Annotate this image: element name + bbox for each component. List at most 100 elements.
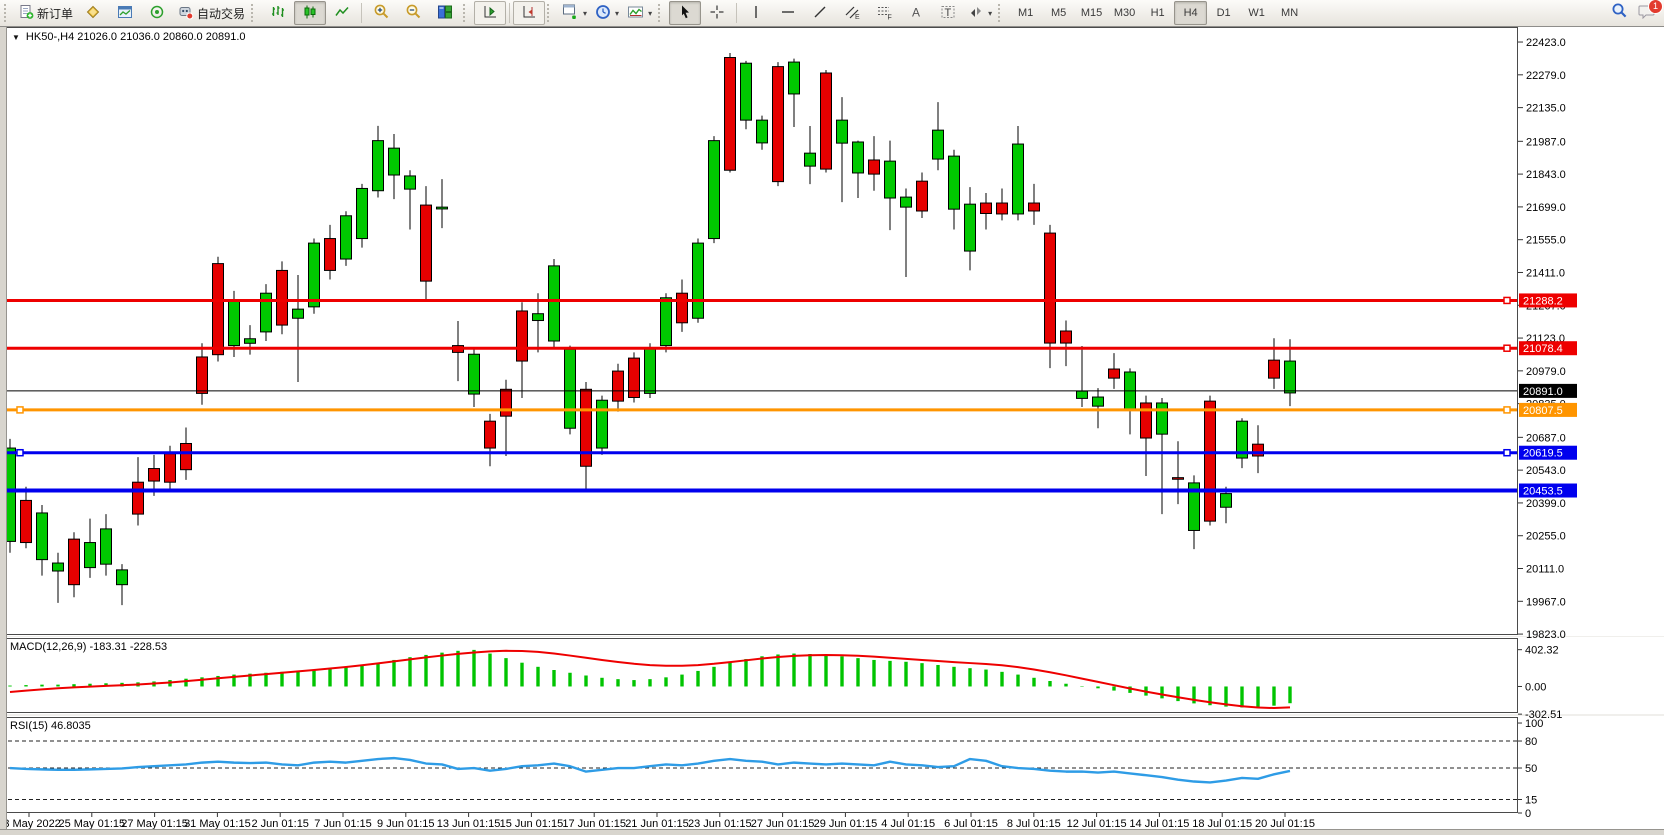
periods-button[interactable]: ▾ <box>591 1 623 25</box>
candle[interactable] <box>805 153 816 166</box>
chart-shift-button[interactable] <box>513 1 545 25</box>
candle[interactable] <box>1109 369 1120 378</box>
candle[interactable] <box>693 243 704 318</box>
candle[interactable] <box>1093 397 1104 406</box>
candle[interactable] <box>165 454 176 482</box>
line-handle[interactable] <box>17 407 23 413</box>
zoom-out-button[interactable] <box>397 1 429 25</box>
candle[interactable] <box>725 58 736 171</box>
candle[interactable] <box>213 264 224 355</box>
tile-windows-button[interactable] <box>429 1 461 25</box>
candle[interactable] <box>853 142 864 173</box>
candle[interactable] <box>741 63 752 120</box>
candle[interactable] <box>501 389 512 416</box>
candle[interactable] <box>645 348 656 394</box>
toolbar-grip[interactable] <box>998 4 1006 22</box>
search-icon[interactable] <box>1611 2 1628 24</box>
candle[interactable] <box>405 176 416 189</box>
line-handle[interactable] <box>1504 297 1510 303</box>
timeframe-mn-button[interactable]: MN <box>1273 1 1306 25</box>
candle[interactable] <box>325 239 336 271</box>
candle[interactable] <box>933 130 944 159</box>
candle[interactable] <box>229 300 240 346</box>
candle[interactable] <box>597 400 608 448</box>
candle[interactable] <box>1221 494 1232 508</box>
candle[interactable] <box>1077 391 1088 398</box>
candle[interactable] <box>1061 331 1072 343</box>
timeframe-h1-button[interactable]: H1 <box>1141 1 1174 25</box>
candle[interactable] <box>869 160 880 174</box>
candle[interactable] <box>709 141 720 239</box>
horizontal-line-tool-button[interactable] <box>772 1 804 25</box>
candle[interactable] <box>821 73 832 169</box>
timeframe-m5-button[interactable]: M5 <box>1042 1 1075 25</box>
indicators-button[interactable]: ▾ <box>623 1 656 25</box>
candle[interactable] <box>1269 360 1280 378</box>
candle[interactable] <box>917 181 928 211</box>
timeframe-m1-button[interactable]: M1 <box>1009 1 1042 25</box>
candle[interactable] <box>1029 203 1040 211</box>
candle[interactable] <box>197 357 208 393</box>
candle[interactable] <box>85 543 96 568</box>
timeframe-d1-button[interactable]: D1 <box>1207 1 1240 25</box>
new-order-button[interactable]: 新订单 <box>15 1 77 25</box>
arrows-tool-button[interactable]: ▾ <box>964 1 996 25</box>
timeframe-w1-button[interactable]: W1 <box>1240 1 1273 25</box>
line-handle[interactable] <box>1504 450 1510 456</box>
timeframe-m15-button[interactable]: M15 <box>1075 1 1108 25</box>
line-chart-mode-button[interactable] <box>326 1 358 25</box>
timeframe-m30-button[interactable]: M30 <box>1108 1 1141 25</box>
vertical-line-tool-button[interactable] <box>740 1 772 25</box>
candle[interactable] <box>1045 233 1056 343</box>
line-handle[interactable] <box>1504 345 1510 351</box>
candle[interactable] <box>1285 361 1296 393</box>
line-handle[interactable] <box>1504 407 1510 413</box>
auto-trading-button[interactable]: 自动交易 <box>173 1 249 25</box>
trendline-tool-button[interactable] <box>804 1 836 25</box>
candle[interactable] <box>245 339 256 344</box>
equidistant-channel-tool-button[interactable]: E <box>836 1 868 25</box>
candle[interactable] <box>309 243 320 307</box>
candle[interactable] <box>1157 403 1168 434</box>
signals-button[interactable] <box>141 1 173 25</box>
candle[interactable] <box>773 67 784 182</box>
candle[interactable] <box>389 148 400 175</box>
candle[interactable] <box>149 469 160 482</box>
candle[interactable] <box>421 205 432 281</box>
terminal-window-button[interactable] <box>109 1 141 25</box>
candle[interactable] <box>949 156 960 209</box>
candle[interactable] <box>517 311 528 361</box>
candle[interactable] <box>757 120 768 143</box>
candle[interactable] <box>357 188 368 238</box>
candle[interactable] <box>293 309 304 318</box>
candle[interactable] <box>965 204 976 251</box>
toolbar-grip[interactable] <box>463 4 471 22</box>
candle[interactable] <box>373 141 384 191</box>
candle[interactable] <box>1173 478 1184 480</box>
candle[interactable] <box>629 358 640 397</box>
toolbar-grip[interactable] <box>547 4 555 22</box>
cursor-tool-button[interactable] <box>669 1 701 25</box>
candle[interactable] <box>469 354 480 394</box>
candle[interactable] <box>997 203 1008 214</box>
candle[interactable] <box>437 207 448 209</box>
new-chart-button[interactable]: ▾ <box>558 1 591 25</box>
collapse-triangle-icon[interactable]: ▼ <box>12 33 20 42</box>
candle[interactable] <box>549 266 560 341</box>
candle[interactable] <box>117 570 128 585</box>
text-tool-button[interactable]: A <box>900 1 932 25</box>
candle[interactable] <box>885 161 896 198</box>
timeframe-h4-button[interactable]: H4 <box>1174 1 1207 25</box>
candle[interactable] <box>133 482 144 514</box>
candlestick-mode-button[interactable] <box>294 1 326 25</box>
candle[interactable] <box>37 513 48 560</box>
zoom-in-button[interactable] <box>365 1 397 25</box>
candle[interactable] <box>53 563 64 571</box>
candle[interactable] <box>1013 144 1024 214</box>
candle[interactable] <box>1205 401 1216 521</box>
chart-canvas[interactable]: 22423.022279.022135.021987.021843.021699… <box>0 27 1664 835</box>
toolbar-grip[interactable] <box>4 4 12 22</box>
notifications-button[interactable]: 1 <box>1638 3 1656 24</box>
market-watch-button[interactable] <box>77 1 109 25</box>
candle[interactable] <box>581 389 592 466</box>
